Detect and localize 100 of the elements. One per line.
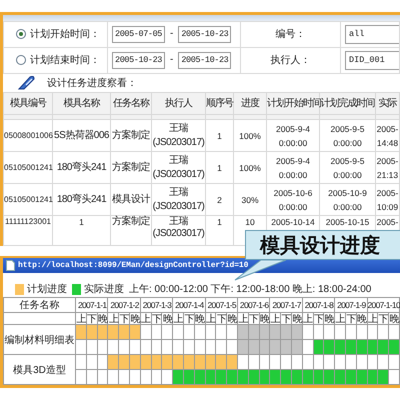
column-header: 晚 [227, 313, 238, 325]
url-text: http://localhost:8099/EMan/designController?id=10 [18, 260, 248, 272]
table-cell: 2005- 21:13 [376, 152, 400, 184]
radio-label: 计划结束时间： [30, 55, 100, 66]
column-header: 进度 [234, 92, 266, 114]
input-field[interactable]: DID_001 [345, 51, 400, 70]
table-cell: 180弯头241 [52, 152, 110, 184]
page-icon [6, 260, 15, 271]
table-cell: 2005-9-4 0:00:00 [266, 152, 320, 184]
table-cell: 11111123001 [4, 216, 52, 246]
table-cell: 100% [234, 120, 266, 152]
column-header: 晚 [389, 313, 400, 325]
column-header: 实际 [376, 92, 400, 114]
column-header: 上 [140, 313, 152, 325]
table-cell: 2005-10-9 0:00:00 [320, 184, 376, 216]
column-header: 2007-1-7 [270, 298, 303, 313]
field-label: 编号： [276, 29, 306, 40]
column-header: 上 [302, 313, 314, 325]
column-header: 任务名称 [110, 92, 152, 114]
column-header: 下 [216, 313, 228, 325]
column-header: 2007-1-10 [368, 298, 400, 313]
table-cell: 模具设计 [110, 184, 152, 216]
column-header: 晚 [194, 313, 206, 325]
table-cell: 05105001241 [4, 152, 52, 184]
table-cell: 方案制定 [110, 120, 152, 152]
column-header: 下 [184, 313, 195, 325]
date-field[interactable]: 2005-07-05 [112, 26, 166, 43]
column-header: 上 [368, 313, 378, 325]
table-cell: 05008001006 [4, 120, 52, 152]
table-cell: 2005-9-5 0:00:00 [320, 152, 376, 184]
table-cell: 王瑞 (JS0203017) [152, 184, 206, 216]
column-header: 2007-1-2 [108, 298, 141, 313]
date-field[interactable]: 2005-10-23 [178, 26, 232, 43]
table-cell: 2005-9-5 0:00:00 [320, 120, 376, 152]
radio-label: 计划开始时间： [30, 29, 100, 40]
table-cell: 5S热荷器006 [52, 120, 110, 152]
column-header: 上 [108, 313, 120, 325]
task-name: 编制材料明细表 [3, 325, 76, 355]
column-header: 2007-1-1 [76, 298, 108, 313]
dash-text: - [170, 28, 174, 40]
column-header: 晚 [98, 313, 108, 325]
column-header: 下 [378, 313, 390, 325]
table-cell: 05105001241 [4, 184, 52, 216]
table-cell: 王瑞 (JS0203017) [152, 152, 206, 184]
table-cell: 1 [206, 152, 234, 184]
table-cell: 1 [52, 216, 110, 246]
table-cell: 2005-9-4 0:00:00 [266, 120, 320, 152]
column-header: 执行人 [152, 92, 206, 114]
column-header: 上 [206, 313, 216, 325]
column-header: 晚 [260, 313, 270, 325]
task-name: 模具3D造型 [3, 355, 76, 385]
table-cell: 100% [234, 152, 266, 184]
section-title: 设计任务进度察看： [47, 76, 137, 90]
legend-label: 计划进度 [27, 282, 67, 297]
column-header: 上 [76, 313, 87, 325]
column-header: 上 [173, 313, 184, 325]
radio-button[interactable] [16, 55, 26, 66]
table-cell: 180弯头241 [52, 184, 110, 216]
date-field[interactable]: 2005-10-23 [112, 52, 166, 69]
table-cell: 王瑞 (JS0203017) [152, 216, 206, 246]
table-cell: 2005- 10:09 [376, 184, 400, 216]
date-field[interactable]: 2005-10-23 [178, 52, 232, 69]
shift-note: 上午: 00:00-12:00 下午: 12:00-18:00 晚上: 18:00-24:00 [129, 282, 372, 297]
column-header: 顺序号 [206, 92, 234, 114]
pen-icon [17, 76, 37, 90]
table-cell: 2 [206, 184, 234, 216]
column-header: 模具名称 [52, 92, 110, 114]
column-header: 晚 [356, 313, 368, 325]
column-header: 晚 [130, 313, 141, 325]
column-header: 下 [314, 313, 324, 325]
legend-label: 实际进度 [84, 282, 124, 297]
column-header: 上 [335, 313, 346, 325]
field-label: 执行人： [270, 55, 310, 66]
radio-button[interactable] [16, 29, 26, 40]
column-header: 下 [86, 313, 98, 325]
table-cell: 王瑞 (JS0203017) [152, 120, 206, 152]
column-header: 晚 [324, 313, 336, 325]
table-cell: 1 [206, 120, 234, 152]
column-header: 晚 [292, 313, 303, 325]
column-header: 晚 [162, 313, 174, 325]
table-cell: 方案制定 [110, 152, 152, 184]
table-cell: 30% [234, 184, 266, 216]
column-header: 2007-1-3 [140, 298, 174, 313]
column-header: 下 [152, 313, 162, 325]
column-header: 下 [119, 313, 130, 325]
column-header: 计划完成时间 [320, 92, 376, 114]
column-header: 2007-1-5 [206, 298, 238, 313]
column-header: 2007-1-6 [238, 298, 270, 313]
column-header: 下 [281, 313, 292, 325]
column-header: 2007-1-9 [335, 298, 368, 313]
column-header: 下 [248, 313, 260, 325]
dash-text: - [170, 54, 174, 66]
table-cell: 2005-10-6 0:00:00 [266, 184, 320, 216]
column-header: 2007-1-8 [302, 298, 336, 313]
table-cell: 1 [206, 216, 234, 246]
column-header: 下 [346, 313, 357, 325]
column-header: 任务名称 [3, 298, 76, 313]
column-header: 上 [270, 313, 282, 325]
input-field[interactable]: all [345, 25, 400, 44]
table-cell: 2005- 14:48 [376, 120, 400, 152]
